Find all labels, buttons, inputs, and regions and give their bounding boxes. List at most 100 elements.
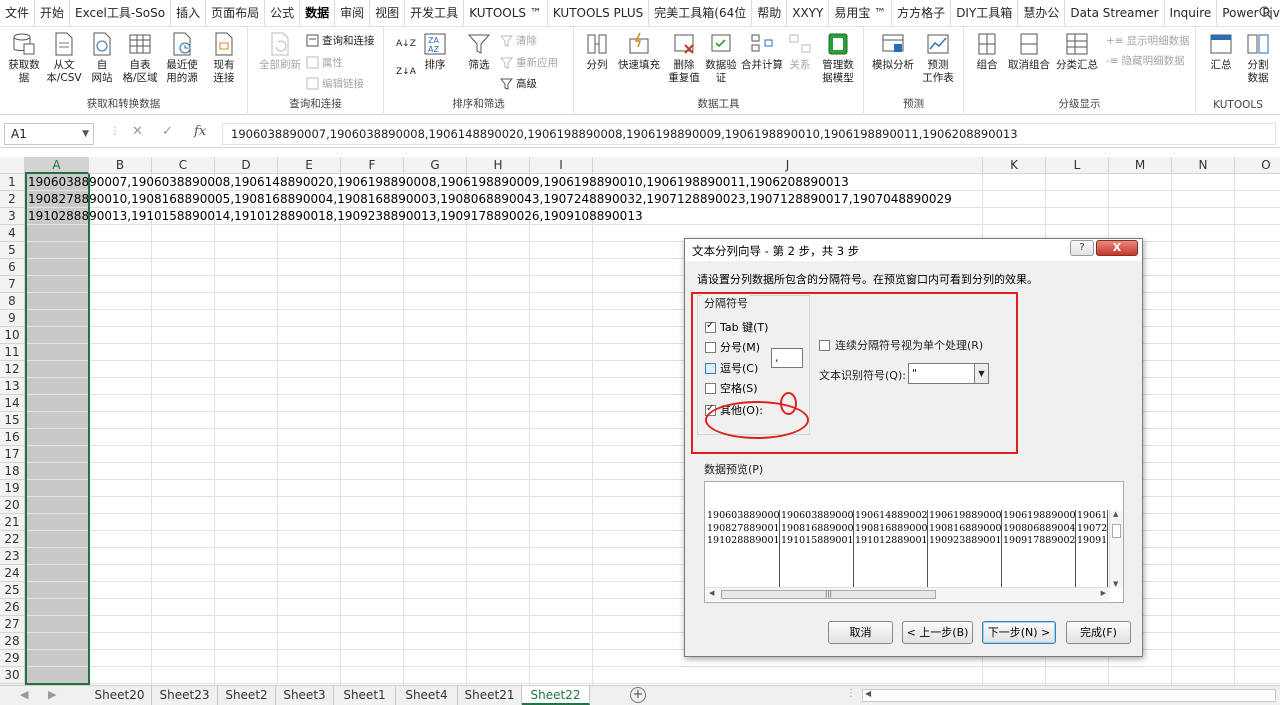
menu-item-3[interactable]: 插入 bbox=[171, 0, 207, 26]
menu-item-20[interactable]: Inquire bbox=[1165, 0, 1218, 26]
row-header-26[interactable]: 26 bbox=[0, 599, 25, 616]
row-header-28[interactable]: 28 bbox=[0, 633, 25, 650]
tab-prev-icon[interactable]: ◀ bbox=[20, 688, 28, 701]
row-header-30[interactable]: 30 bbox=[0, 667, 25, 684]
close-icon[interactable]: X bbox=[1096, 240, 1138, 256]
row-header-23[interactable]: 23 bbox=[0, 548, 25, 565]
scroll-right-icon[interactable]: ▶ bbox=[1101, 589, 1106, 597]
preview-horizontal-thumb[interactable]: ||| bbox=[721, 590, 936, 599]
hide-detail-button[interactable]: -≡ 隐藏明细数据 bbox=[1106, 53, 1185, 68]
row-header-2[interactable]: 2 bbox=[0, 191, 25, 208]
menu-item-14[interactable]: XXYY bbox=[787, 0, 830, 26]
column-header-e[interactable]: E bbox=[278, 157, 341, 174]
horizontal-scrollbar[interactable]: ◀ bbox=[862, 689, 1276, 702]
sheet-tab-sheet4[interactable]: Sheet4 bbox=[396, 686, 458, 705]
row-header-14[interactable]: 14 bbox=[0, 395, 25, 412]
row-header-29[interactable]: 29 bbox=[0, 650, 25, 667]
menu-item-12[interactable]: 完美工具箱(64位 bbox=[649, 0, 753, 26]
sheet-tab-sheet1[interactable]: Sheet1 bbox=[334, 686, 396, 705]
row-header-21[interactable]: 21 bbox=[0, 514, 25, 531]
sheet-tab-sheet21[interactable]: Sheet21 bbox=[458, 686, 522, 705]
column-header-c[interactable]: C bbox=[152, 157, 215, 174]
row-header-27[interactable]: 27 bbox=[0, 616, 25, 633]
sort-button[interactable]: ZA AZ 排序 bbox=[420, 31, 450, 72]
preview-vertical-thumb[interactable] bbox=[1112, 524, 1121, 538]
cancel-button[interactable]: 取消 bbox=[828, 621, 893, 644]
row-header-13[interactable]: 13 bbox=[0, 378, 25, 395]
insert-function-icon[interactable]: fx bbox=[194, 124, 206, 139]
column-header-l[interactable]: L bbox=[1046, 157, 1109, 174]
cell-a3[interactable]: 1910288890013,1910158890014,191012889001… bbox=[28, 208, 643, 225]
menu-item-2[interactable]: Excel工具-SoSo bbox=[70, 0, 172, 26]
preview-horizontal-scrollbar[interactable]: ◀ ||| ▶ bbox=[706, 587, 1109, 601]
relationships-button[interactable]: 关系 bbox=[786, 31, 814, 72]
row-header-15[interactable]: 15 bbox=[0, 412, 25, 429]
column-header-a[interactable]: A bbox=[25, 157, 89, 174]
row-header-24[interactable]: 24 bbox=[0, 565, 25, 582]
menu-item-8[interactable]: 视图 bbox=[370, 0, 406, 26]
search-icon[interactable] bbox=[1258, 5, 1274, 21]
group-button[interactable]: 组合 bbox=[972, 31, 1002, 72]
help-icon[interactable]: ? bbox=[1070, 240, 1094, 256]
row-header-12[interactable]: 12 bbox=[0, 361, 25, 378]
remove-duplicates-button[interactable]: 删除 重复值 bbox=[666, 31, 702, 85]
show-detail-button[interactable]: +≡ 显示明细数据 bbox=[1106, 33, 1190, 48]
add-sheet-icon[interactable]: + bbox=[630, 687, 646, 703]
filter-button[interactable]: 筛选 bbox=[464, 31, 494, 72]
manage-data-model-button[interactable]: 管理数 据模型 bbox=[818, 31, 858, 85]
column-header-j[interactable]: J bbox=[593, 157, 983, 174]
flash-fill-button[interactable]: 快速填充 bbox=[616, 31, 662, 72]
cell-a1[interactable]: 1906038890007,1906038890008,190614889002… bbox=[28, 174, 849, 191]
sort-descending-button[interactable]: Z↓A bbox=[396, 67, 416, 77]
row-header-4[interactable]: 4 bbox=[0, 225, 25, 242]
scroll-splitter-icon[interactable]: ⋮ bbox=[846, 688, 856, 699]
menu-item-13[interactable]: 帮助 bbox=[752, 0, 788, 26]
edit-links-button[interactable]: 编辑链接 bbox=[306, 76, 364, 91]
splitter-icon[interactable]: ⋮ bbox=[110, 126, 120, 137]
menu-item-15[interactable]: 易用宝 ™ bbox=[829, 0, 893, 26]
reapply-button[interactable]: 重新应用 bbox=[500, 55, 558, 70]
sheet-tab-sheet2[interactable]: Sheet2 bbox=[218, 686, 276, 705]
row-header-8[interactable]: 8 bbox=[0, 293, 25, 310]
scroll-left-icon[interactable]: ◀ bbox=[865, 689, 871, 698]
row-header-3[interactable]: 3 bbox=[0, 208, 25, 225]
column-header-k[interactable]: K bbox=[983, 157, 1046, 174]
row-header-10[interactable]: 10 bbox=[0, 327, 25, 344]
column-header-g[interactable]: G bbox=[404, 157, 467, 174]
forecast-sheet-button[interactable]: 预测 工作表 bbox=[918, 31, 958, 85]
summary-button[interactable]: 汇总 bbox=[1204, 31, 1238, 72]
data-validation-button[interactable]: 数据验 证 bbox=[704, 31, 738, 85]
menu-item-10[interactable]: KUTOOLS ™ bbox=[464, 0, 548, 26]
menu-item-6[interactable]: 数据 bbox=[300, 0, 336, 26]
row-header-1[interactable]: 1 bbox=[0, 174, 25, 191]
from-web-button[interactable]: 自 网站 bbox=[86, 31, 118, 85]
column-header-o[interactable]: O bbox=[1235, 157, 1280, 174]
menu-item-0[interactable]: 文件 bbox=[0, 0, 36, 26]
dialog-titlebar[interactable]: 文本分列向导 - 第 2 步，共 3 步 ? X bbox=[685, 239, 1142, 261]
sheet-tab-sheet20[interactable]: Sheet20 bbox=[88, 686, 152, 705]
row-header-6[interactable]: 6 bbox=[0, 259, 25, 276]
queries-connections-button[interactable]: 查询和连接 bbox=[306, 33, 375, 48]
select-all-corner[interactable] bbox=[0, 157, 25, 174]
advanced-filter-button[interactable]: 高级 bbox=[500, 76, 537, 91]
finish-button[interactable]: 完成(F) bbox=[1066, 621, 1131, 644]
row-header-25[interactable]: 25 bbox=[0, 582, 25, 599]
row-header-22[interactable]: 22 bbox=[0, 531, 25, 548]
ungroup-button[interactable]: 取消组合 bbox=[1006, 31, 1052, 72]
sheet-tab-sheet23[interactable]: Sheet23 bbox=[152, 686, 218, 705]
enter-check-icon[interactable]: ✓ bbox=[162, 124, 173, 139]
back-button[interactable]: < 上一步(B) bbox=[902, 621, 973, 644]
row-header-18[interactable]: 18 bbox=[0, 463, 25, 480]
properties-button[interactable]: 属性 bbox=[306, 55, 343, 70]
sheet-tab-sheet22[interactable]: Sheet22 bbox=[522, 686, 590, 705]
tab-next-icon[interactable]: ▶ bbox=[48, 688, 56, 701]
scroll-down-icon[interactable]: ▼ bbox=[1113, 580, 1118, 588]
consolidate-button[interactable]: 合并计算 bbox=[740, 31, 784, 72]
text-to-columns-button[interactable]: 分列 bbox=[582, 31, 612, 72]
row-header-16[interactable]: 16 bbox=[0, 429, 25, 446]
scroll-up-icon[interactable]: ▲ bbox=[1113, 510, 1118, 518]
preview-vertical-scrollbar[interactable]: ▲ ▼ bbox=[1109, 510, 1123, 588]
menu-item-17[interactable]: DIY工具箱 bbox=[951, 0, 1019, 26]
column-header-m[interactable]: M bbox=[1109, 157, 1172, 174]
scroll-left-icon[interactable]: ◀ bbox=[709, 589, 714, 597]
